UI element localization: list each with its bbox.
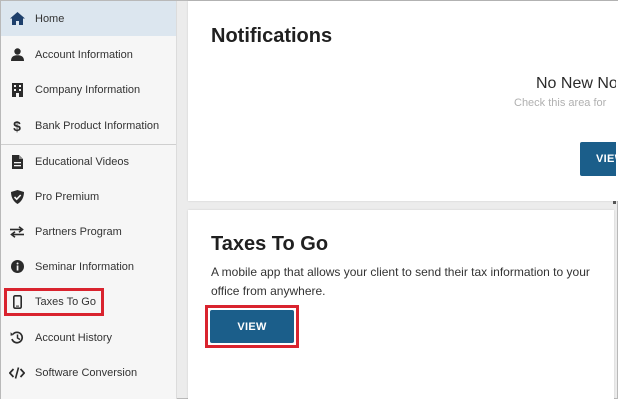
code-icon: [9, 365, 25, 381]
sidebar-item-software-conversion[interactable]: Software Conversion: [1, 355, 176, 390]
scroll-edge-mark: [613, 201, 616, 204]
shield-check-icon: [9, 189, 25, 205]
sidebar-item-label: Account Information: [35, 48, 133, 61]
mobile-phone-icon: [9, 294, 25, 310]
sidebar-item-label: Home: [35, 12, 65, 25]
sidebar-item-label: Company Information: [35, 83, 141, 96]
empty-heading: No New No: [536, 75, 616, 92]
card-description: A mobile app that allows your client to …: [211, 265, 590, 298]
sidebar-item-label: Pro Premium: [35, 190, 100, 203]
sidebar-item-company-information[interactable]: Company Information: [1, 72, 176, 107]
sidebar-item-account-information[interactable]: Account Information: [1, 37, 176, 72]
sidebar-item-label: Partners Program: [35, 225, 122, 238]
sidebar-item-label: Account History: [35, 331, 113, 344]
sidebar-item-label: Seminar Information: [35, 260, 135, 273]
notifications-card: Notifications No New No Check this area …: [188, 1, 618, 201]
building-icon: [9, 82, 25, 98]
sidebar-item-account-history[interactable]: Account History: [1, 320, 176, 355]
sidebar-item-pro-premium[interactable]: Pro Premium: [1, 179, 176, 214]
view-button-label: VIEW: [237, 320, 267, 333]
swap-arrows-icon: [9, 224, 25, 240]
sidebar-item-seminar-information[interactable]: Seminar Information: [1, 249, 176, 284]
taxes-to-go-view-button[interactable]: VIEW: [210, 310, 294, 343]
sidebar: Home Account Information Company Informa…: [1, 1, 177, 399]
document-icon: [9, 154, 25, 170]
svg-text:$: $: [13, 118, 21, 133]
sidebar-item-home[interactable]: Home: [1, 1, 176, 36]
notifications-view-button[interactable]: VIEW: [580, 142, 616, 176]
history-icon: [9, 330, 25, 346]
sidebar-item-label: Educational Videos: [35, 155, 129, 168]
sidebar-item-taxes-to-go[interactable]: Taxes To Go: [1, 284, 176, 319]
view-button-label: VIEW: [596, 153, 616, 165]
sidebar-item-bank-product-information[interactable]: $ Bank Product Information: [1, 108, 176, 143]
taxes-to-go-card: Taxes To Go A mobile app that allows you…: [188, 210, 614, 399]
sidebar-item-educational-videos[interactable]: Educational Videos: [1, 144, 176, 179]
sidebar-item-label: Bank Product Information: [35, 119, 160, 132]
card-title: Taxes To Go: [211, 233, 329, 255]
dollar-icon: $: [9, 118, 25, 134]
sidebar-item-label: Taxes To Go: [35, 295, 96, 308]
empty-subtext: Check this area for: [514, 97, 607, 109]
sidebar-item-label: Software Conversion: [35, 366, 138, 379]
info-icon: [9, 259, 25, 275]
user-icon: [9, 47, 25, 63]
home-icon: [9, 11, 25, 27]
sidebar-item-partners-program[interactable]: Partners Program: [1, 214, 176, 249]
notifications-clip: No New No Check this area for VIEW: [188, 1, 616, 201]
